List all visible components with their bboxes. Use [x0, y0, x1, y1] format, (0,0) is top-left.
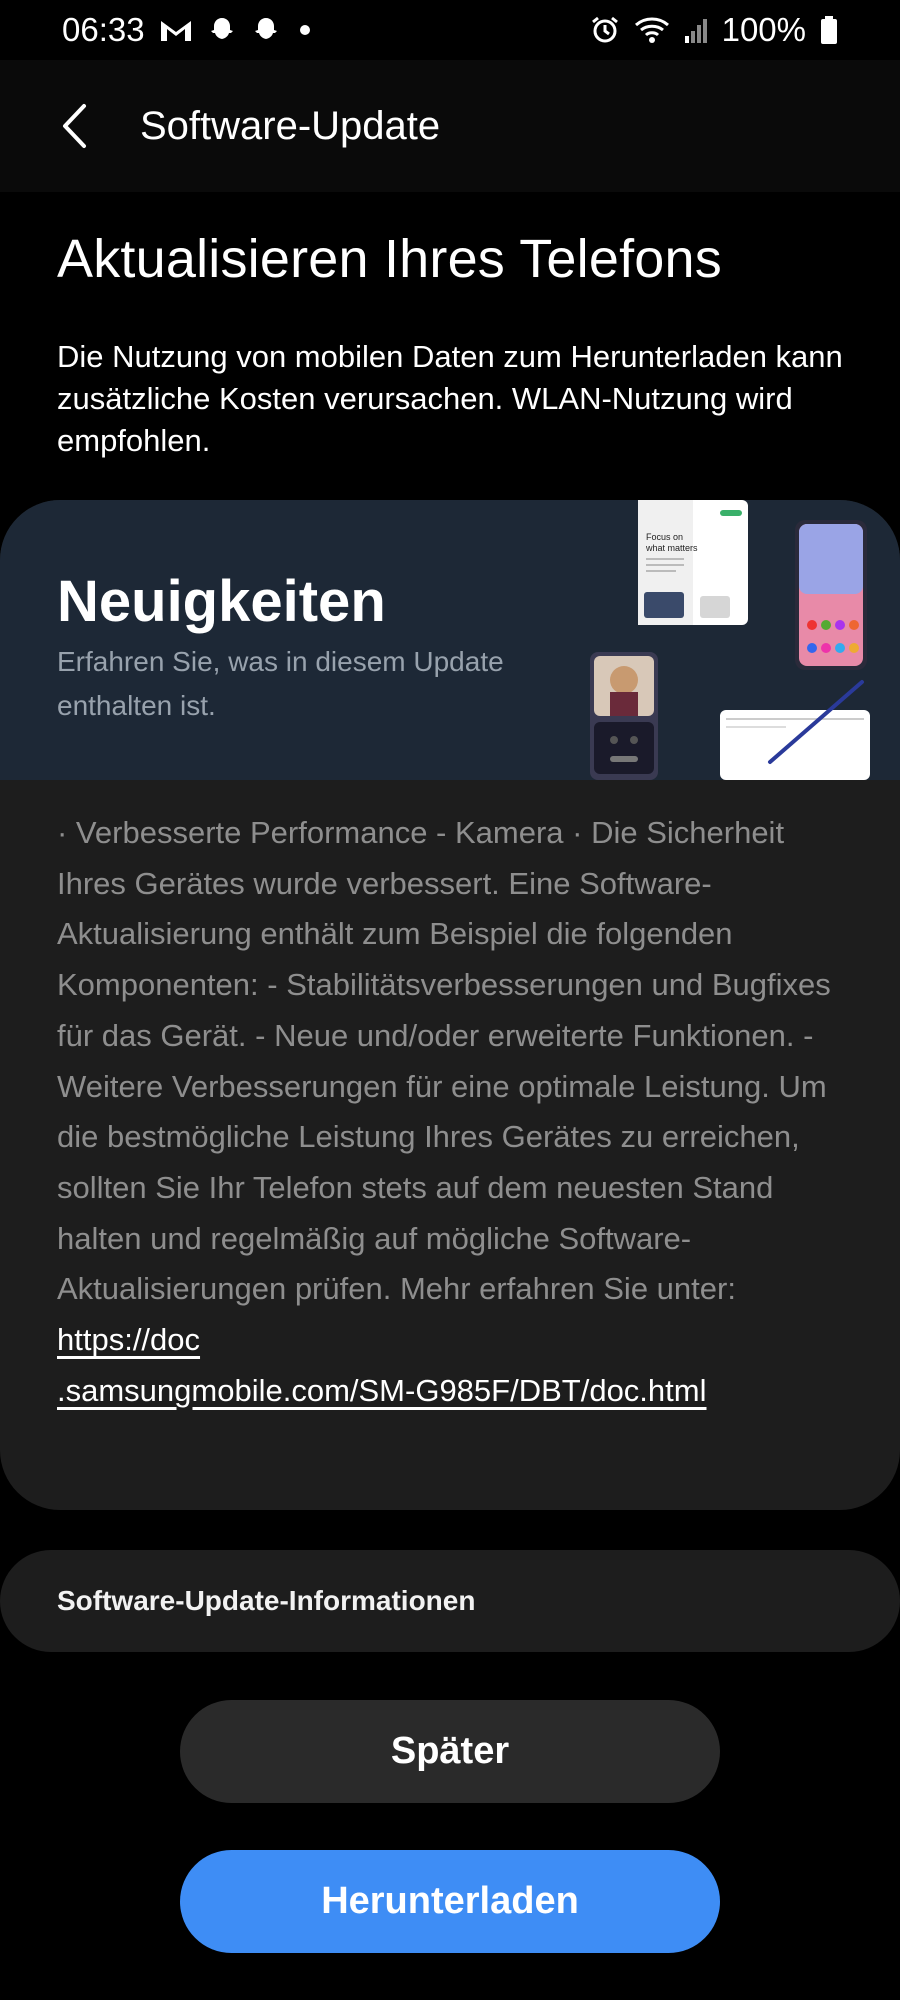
update-information-label: Software-Update-Informationen — [57, 1585, 476, 1616]
gmail-icon — [159, 17, 193, 43]
release-notes-text: · Verbesserte Performance - Kamera · Die… — [57, 815, 831, 1307]
whats-new-title: Neuigkeiten — [57, 569, 386, 634]
flip-phone-illustration — [590, 652, 658, 780]
devices-illustration: Focus on what matters — [590, 500, 870, 780]
status-bar: 06:33 100% — [0, 0, 900, 60]
phone-illustration — [795, 520, 867, 670]
whats-new-subtitle: Erfahren Sie, was in diesem Update entha… — [57, 646, 504, 721]
wifi-icon — [634, 15, 670, 45]
alarm-icon — [590, 15, 620, 45]
status-time: 06:33 — [62, 11, 145, 48]
back-arrow-icon — [63, 104, 86, 148]
battery-percentage: 100% — [721, 11, 806, 48]
app-bar: Software-Update — [0, 60, 900, 192]
whats-new-card: Neuigkeiten Erfahren Sie, was in diesem … — [0, 500, 900, 1510]
tablet-headline-line1: Focus on — [646, 532, 683, 542]
snapchat-icon — [251, 15, 281, 45]
documentation-link-part1: https://doc — [57, 1322, 201, 1358]
back-button[interactable] — [44, 95, 106, 157]
documentation-link-part2: .samsungmobile.com/SM-G985F/DBT/doc.html — [57, 1372, 707, 1408]
whats-new-banner: Neuigkeiten Erfahren Sie, was in diesem … — [0, 500, 900, 780]
battery-icon — [820, 15, 838, 45]
signal-icon — [684, 16, 708, 44]
tablet-pen-illustration — [720, 680, 870, 780]
foldable-tablet-illustration: Focus on what matters — [638, 500, 748, 625]
data-usage-notice: Die Nutzung von mobilen Daten zum Herunt… — [57, 339, 843, 458]
download-button[interactable]: Herunterladen — [180, 1850, 720, 1953]
status-bar-left: 06:33 — [62, 11, 315, 49]
status-bar-right: 100% — [590, 11, 838, 49]
update-information-row[interactable]: Software-Update-Informationen — [0, 1550, 900, 1652]
tablet-headline-line2: what matters — [645, 543, 698, 553]
snapchat-icon — [207, 15, 237, 45]
later-button[interactable]: Später — [180, 1700, 720, 1803]
page-title: Aktualisieren Ihres Telefons — [57, 229, 722, 289]
notification-dot-icon — [295, 20, 315, 40]
release-notes: · Verbesserte Performance - Kamera · Die… — [57, 808, 847, 1416]
app-bar-title: Software-Update — [140, 103, 441, 148]
documentation-link[interactable]: https://doc .samsungmobile.com/SM-G985F/D… — [57, 1322, 707, 1408]
